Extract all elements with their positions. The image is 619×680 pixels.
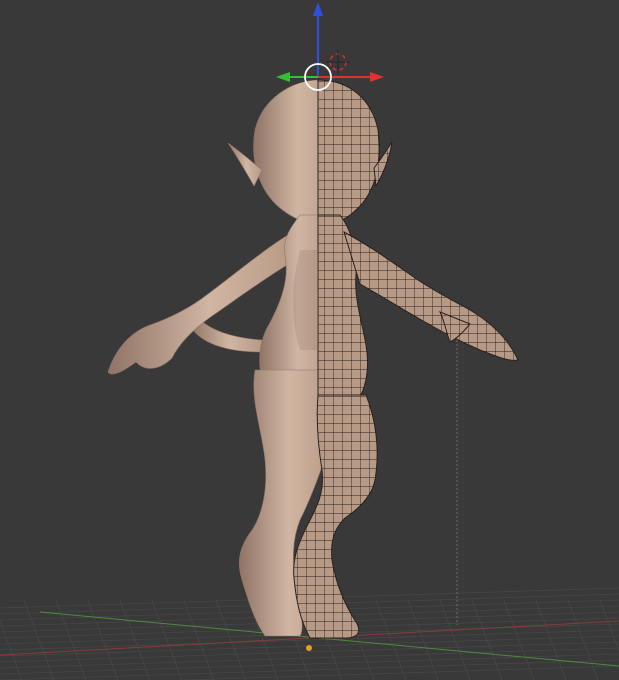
model-shading xyxy=(293,250,318,350)
transform-gizmo[interactable] xyxy=(276,2,384,91)
wire-head xyxy=(317,79,381,225)
3d-viewport[interactable] xyxy=(0,0,619,680)
object-origin-icon xyxy=(306,645,312,651)
gizmo-z-arrow-icon[interactable] xyxy=(313,2,323,16)
grid-line xyxy=(0,659,619,680)
model-wireframe-half xyxy=(293,79,519,639)
gizmo-x-arrow-icon[interactable] xyxy=(370,72,384,82)
gizmo-y-arrow-icon[interactable] xyxy=(276,72,290,82)
grid-line xyxy=(503,599,535,680)
grid-line xyxy=(151,599,183,680)
grid-line xyxy=(23,599,55,680)
character-model[interactable] xyxy=(107,79,519,639)
grid-line xyxy=(439,599,471,680)
grid-line xyxy=(567,599,599,680)
viewport-canvas[interactable] xyxy=(0,0,619,680)
wire-arm-right xyxy=(343,230,519,361)
